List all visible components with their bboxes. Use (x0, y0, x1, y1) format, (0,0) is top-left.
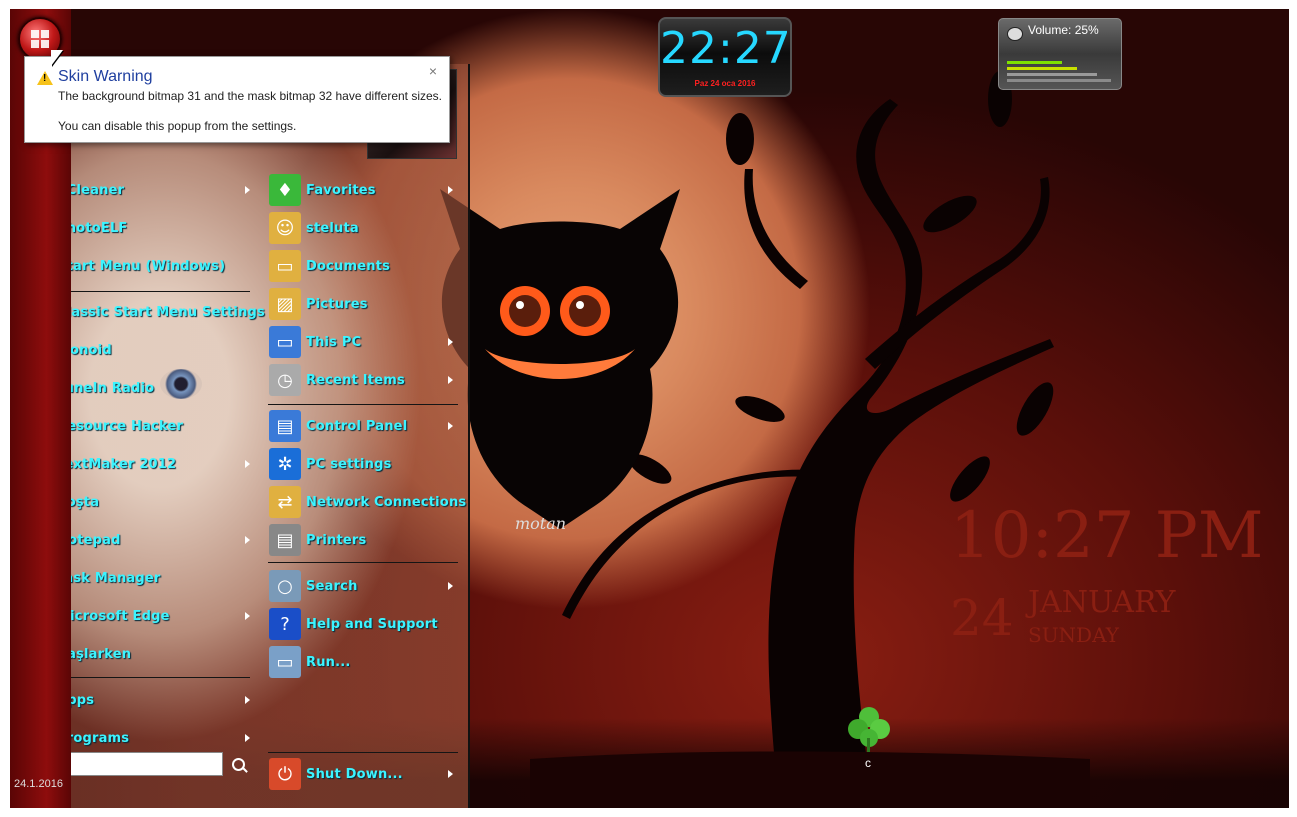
menu-item-label: Start Menu (Windows) (57, 258, 226, 274)
volume-meter-bar (1007, 67, 1077, 70)
menu-item-search[interactable]: ○ Search (269, 568, 358, 604)
volume-gadget[interactable]: Volume: 25% (998, 18, 1122, 90)
menu-item-label: Resource Hacker (57, 418, 184, 434)
warning-hint: You can disable this popup from the sett… (58, 119, 297, 133)
warning-title: Skin Warning (58, 68, 153, 85)
menu-separator (268, 404, 458, 405)
search-icon[interactable] (232, 758, 245, 771)
chevron-right-icon (448, 770, 453, 778)
menu-separator (268, 752, 458, 753)
menu-item-label: Recent Items (306, 372, 405, 388)
clock-gadget[interactable]: 22:27 Paz 24 oca 2016 (658, 17, 792, 97)
search-icon: ○ (269, 570, 301, 602)
menu-item-this-pc[interactable]: ▭ This PC (269, 324, 361, 360)
menu-item-pictures[interactable]: ▨ Pictures (269, 286, 368, 322)
desktop-clock-time: 10:27 PM (950, 499, 1264, 573)
chevron-right-icon (448, 338, 453, 346)
chevron-right-icon (245, 186, 250, 194)
printer-icon: ▤ (269, 524, 301, 556)
recent-items-icon: ◷ (269, 364, 301, 396)
menu-item-label: Shut Down... (306, 766, 403, 782)
menu-item-label: Control Panel (306, 418, 408, 434)
warning-message: The background bitmap 31 and the mask bi… (58, 89, 443, 103)
chevron-right-icon (448, 186, 453, 194)
menu-item-documents[interactable]: ▭ Documents (269, 248, 390, 284)
clock-date: Paz 24 oca 2016 (694, 79, 756, 88)
pictures-icon: ▨ (269, 288, 301, 320)
speaker-icon (1007, 27, 1023, 41)
menu-item-shut-down[interactable]: ⏻ Shut Down... (269, 756, 403, 792)
menu-item-label: Help and Support (306, 616, 438, 632)
volume-meter-bar (1007, 79, 1111, 82)
close-icon[interactable]: × (429, 63, 437, 79)
menu-item-label: Classic Start Menu Settings (57, 304, 265, 320)
signature-text: motan (515, 514, 567, 533)
desktop-clock-month: JANUARY (1028, 585, 1176, 620)
chevron-right-icon (448, 422, 453, 430)
menu-item-label: PC settings (306, 456, 392, 472)
control-panel-icon: ▤ (269, 410, 301, 442)
menu-item-label: This PC (306, 334, 362, 350)
warning-icon (37, 71, 53, 85)
menu-item-label: Favorites (306, 182, 376, 198)
clover-icon[interactable] (845, 704, 893, 752)
skin-warning-popup: Skin Warning The background bitmap 31 an… (24, 56, 450, 143)
volume-meter-bar (1007, 61, 1062, 64)
mouse-cursor-icon (51, 50, 63, 66)
taskbar-date: 24.1.2016 (14, 778, 63, 790)
menu-item-favorites[interactable]: ♦ Favorites (269, 172, 376, 208)
menu-item-label: Microsoft Edge (57, 608, 170, 624)
menu-item-control-panel[interactable]: ▤ Control Panel (269, 408, 407, 444)
clock-time: 22:27 (660, 23, 792, 74)
menu-column-divider (468, 64, 470, 808)
chevron-right-icon (245, 536, 250, 544)
chevron-right-icon (245, 460, 250, 468)
menu-item-label: Search (306, 578, 358, 594)
desktop: motan 22:27 Paz 24 oca 2016 Volume: 25% … (10, 9, 1289, 808)
run-icon: ▭ (269, 646, 301, 678)
menu-item-label: Pictures (306, 296, 368, 312)
chevron-right-icon (245, 612, 250, 620)
computer-icon: ▭ (269, 326, 301, 358)
menu-item-steluta[interactable]: ☺ steluta (269, 210, 359, 246)
favorites-icon: ♦ (269, 174, 301, 206)
chevron-right-icon (245, 696, 250, 704)
volume-label: Volume: 25% (1028, 23, 1099, 37)
cat-eye-decoration (160, 369, 202, 399)
menu-separator (268, 562, 458, 563)
help-icon: ? (269, 608, 301, 640)
menu-item-help-and-support[interactable]: ? Help and Support (269, 606, 438, 642)
menu-item-label: Printers (306, 532, 367, 548)
windows-logo-icon (31, 30, 49, 48)
menu-item-run[interactable]: ▭ Run... (269, 644, 351, 680)
user-folder-icon: ☺ (269, 212, 301, 244)
menu-item-label: Documents (306, 258, 391, 274)
menu-item-network-connections[interactable]: ⇄ Network Connections (269, 484, 466, 520)
menu-item-recent-items[interactable]: ◷ Recent Items (269, 362, 405, 398)
chevron-right-icon (245, 734, 250, 742)
menu-item-label: steluta (306, 220, 359, 236)
documents-icon: ▭ (269, 250, 301, 282)
menu-item-label: Network Connections (306, 494, 467, 510)
power-icon: ⏻ (269, 758, 301, 790)
menu-item-pc-settings[interactable]: ✲ PC settings (269, 446, 392, 482)
menu-item-printers[interactable]: ▤ Printers (269, 522, 366, 558)
menu-item-label: TextMaker 2012 (57, 456, 177, 472)
gear-icon: ✲ (269, 448, 301, 480)
chevron-right-icon (448, 582, 453, 590)
desktop-clock-weekday: SUNDAY (1028, 623, 1119, 647)
chevron-right-icon (448, 376, 453, 384)
desktop-clock-day: 24 (950, 589, 1014, 647)
menu-item-label: Run... (306, 654, 351, 670)
start-menu: Search CCCleaner☺PhotoELF▦Start Menu (Wi… (10, 64, 470, 808)
menu-item-label: Task Manager (57, 570, 161, 586)
menu-item-label: TuneIn Radio (57, 380, 155, 396)
volume-meter-bar (1007, 73, 1097, 76)
network-icon: ⇄ (269, 486, 301, 518)
desktop-icon-label[interactable]: c (865, 756, 871, 770)
